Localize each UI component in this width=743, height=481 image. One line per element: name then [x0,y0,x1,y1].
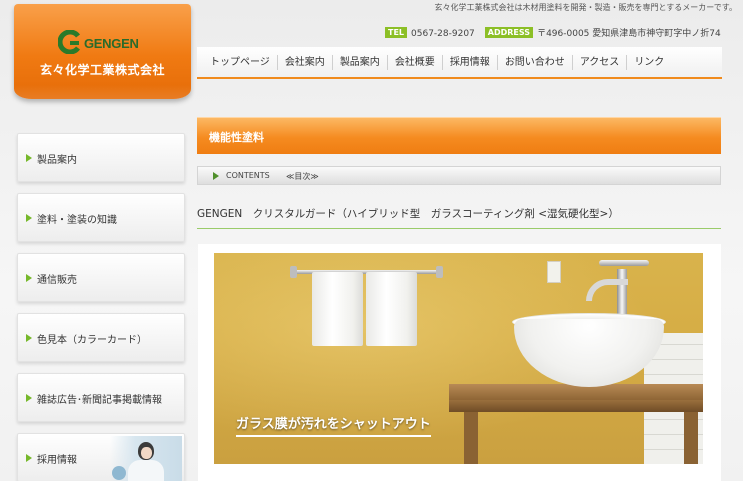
nav-item-products[interactable]: 製品案内 [333,54,388,70]
page-title-bar: 機能性塗料 [197,117,721,154]
arrow-right-icon [26,394,32,402]
address-text: 〒496-0005 愛知県津島市神守町字中ノ折74 [537,29,721,39]
sidebar-item-label: 製品案内 [37,155,77,166]
tel-number: 0567-28-9207 [411,29,475,39]
header-contact: TEL 0567-28-9207 ADDRESS 〒496-0005 愛知県津島市神守… [385,26,721,39]
arrow-right-icon [213,172,219,180]
sidebar-item-paint-knowledge[interactable]: 塗料・塗装の知識 [17,193,185,242]
logo-company-name: 玄々化学工業株式会社 [39,63,165,77]
nav-item-company-guide[interactable]: 会社案内 [278,54,333,70]
nav-item-access[interactable]: アクセス [573,54,628,70]
site-logo[interactable]: GENGEN 玄々化学工業株式会社 [14,4,191,99]
faucet-icon [599,260,649,266]
logo-wordmark: GENGEN [84,36,139,51]
address-badge: ADDRESS [484,27,534,38]
breadcrumb-contents: CONTENTS [226,171,270,180]
gengen-logo-icon [58,30,80,54]
recruit-photo [110,436,182,481]
towel-left [312,272,363,346]
nav-item-top[interactable]: トップページ [203,54,278,70]
nav-item-recruit[interactable]: 採用情報 [443,54,498,70]
page-title: 機能性塗料 [209,131,264,144]
breadcrumb-toc-link[interactable]: ≪目次≫ [286,171,319,182]
sidebar-item-label: 色見本（カラーカード） [37,335,147,346]
tel-badge: TEL [385,27,408,38]
breadcrumb: CONTENTS ≪目次≫ [197,166,721,185]
arrow-right-icon [26,274,32,282]
sidebar-item-label: 雑誌広告･新聞記事掲載情報 [37,395,162,406]
sidebar-item-media[interactable]: 雑誌広告･新聞記事掲載情報 [17,373,185,422]
wood-counter [449,384,703,400]
header-tagline: 玄々化学工業株式会社は木材用塗料を開発・製造・販売を専門とするメーカーです。 [434,3,737,12]
towel-right [366,272,417,346]
arrow-right-icon [26,334,32,342]
arrow-right-icon [26,454,32,462]
sidebar-item-recruit[interactable]: 採用情報 [17,433,185,481]
product-title: GENGEN クリスタルガード（ハイブリッド型 ガラスコーティング剤 <湿気硬化… [197,206,721,229]
sidebar-item-label: 採用情報 [37,455,77,466]
global-nav: トップページ 会社案内 製品案内 会社概要 採用情報 お問い合わせ アクセス リ… [197,47,722,79]
sidebar-item-products[interactable]: 製品案内 [17,133,185,182]
hero-image: ガラス膜が汚れをシャットアウト [214,253,703,464]
sidebar-item-mail-order[interactable]: 通信販売 [17,253,185,302]
nav-item-links[interactable]: リンク [627,55,671,70]
nav-item-contact[interactable]: お問い合わせ [498,54,573,70]
arrow-right-icon [26,154,32,162]
nav-item-company-profile[interactable]: 会社概要 [388,54,443,70]
wall-outlet [547,261,561,283]
sidebar-item-label: 通信販売 [37,275,77,286]
sidebar-item-color-card[interactable]: 色見本（カラーカード） [17,313,185,362]
hero-caption: ガラス膜が汚れをシャットアウト [236,413,431,437]
arrow-right-icon [26,214,32,222]
sidebar-item-label: 塗料・塗装の知識 [37,215,117,226]
